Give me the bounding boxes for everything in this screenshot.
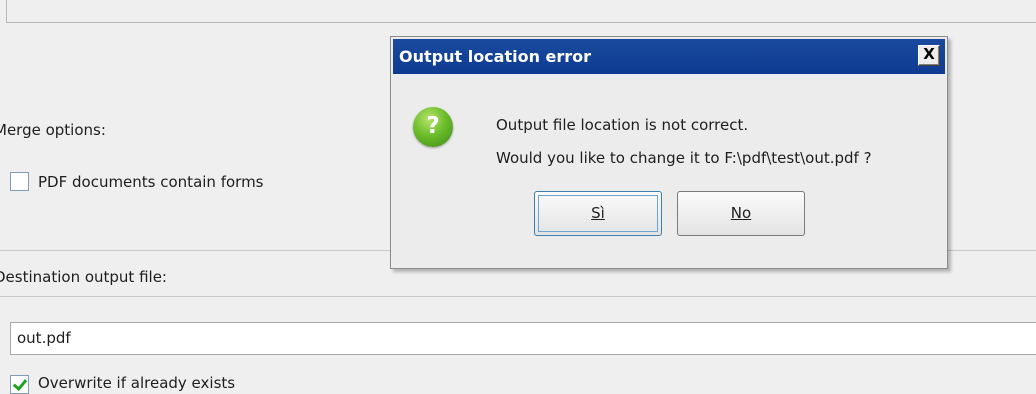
dialog-message-line2: Would you like to change it to F:\pdf\te… xyxy=(496,149,872,167)
question-icon-glyph: ? xyxy=(426,113,440,139)
top-panel-box xyxy=(6,0,1036,23)
question-icon: ? xyxy=(413,107,453,147)
dialog-title: Output location error xyxy=(399,47,592,66)
output-file-input[interactable]: out.pdf xyxy=(10,322,1036,355)
no-button-label: No xyxy=(730,204,752,222)
forms-checkbox-label: PDF documents contain forms xyxy=(38,173,264,191)
dialog-message-line1: Output file location is not correct. xyxy=(496,116,749,134)
destination-label: Destination output file: xyxy=(0,268,167,286)
output-file-value: out.pdf xyxy=(17,329,71,347)
merge-options-label: Merge options: xyxy=(0,121,106,139)
close-icon: X xyxy=(923,45,935,63)
forms-checkbox[interactable] xyxy=(10,172,29,191)
dialog-titlebar[interactable]: Output location error X xyxy=(393,39,945,74)
no-button[interactable]: No xyxy=(677,191,805,236)
output-location-error-dialog: Output location error X ? Output file lo… xyxy=(390,36,948,269)
separator xyxy=(0,296,1036,297)
yes-button[interactable]: Sì xyxy=(534,191,662,236)
close-button[interactable]: X xyxy=(918,45,940,66)
yes-button-label: Sì xyxy=(591,204,605,222)
overwrite-checkbox-label: Overwrite if already exists xyxy=(38,374,236,392)
